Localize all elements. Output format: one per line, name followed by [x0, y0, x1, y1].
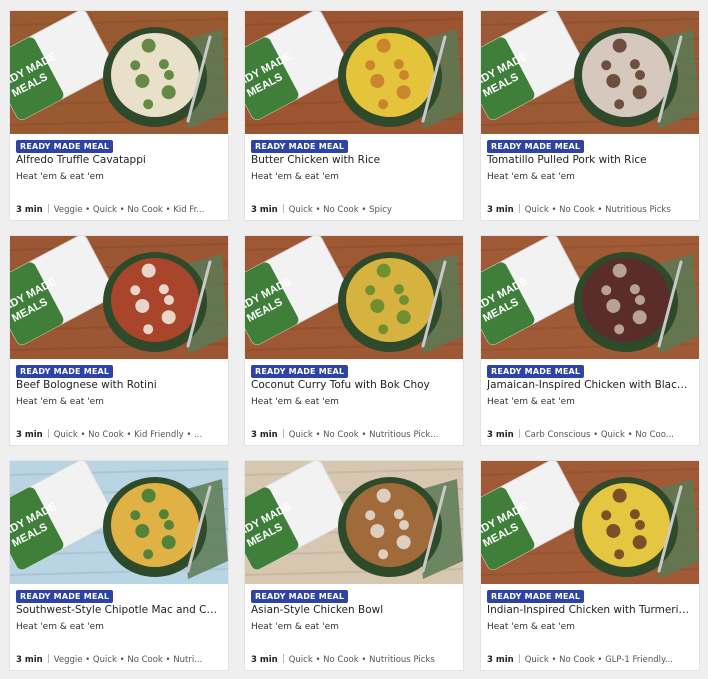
meal-type-badge: READY MADE MEAL	[251, 365, 349, 378]
meta-divider	[282, 429, 284, 438]
meal-card[interactable]: READY MADE MEALS READY MADE MEAL Beef Bol…	[9, 235, 229, 446]
meal-subtitle: Heat 'em & eat 'em	[251, 622, 339, 632]
meal-type-badge: READY MADE MEAL	[251, 590, 349, 603]
meal-tags: Quick • No Cook • Kid Friendly • ...	[53, 430, 203, 440]
meta-divider	[282, 204, 284, 213]
meal-meta: 3 min Quick • No Cook • Nutritious Picks	[251, 654, 457, 665]
meal-card[interactable]: READY MADE MEALS READY MADE MEAL Coconut …	[244, 235, 464, 446]
meal-meta: 3 min Quick • No Cook • Nutritious Picks	[487, 204, 693, 215]
prep-time: 3 min	[251, 205, 278, 215]
meal-subtitle: Heat 'em & eat 'em	[251, 172, 339, 182]
prep-time: 3 min	[16, 430, 43, 440]
meal-card[interactable]: READY MADE MEALS READY MADE MEAL Alfredo …	[9, 10, 229, 221]
meal-meta: 3 min Quick • No Cook • GLP-1 Friendly...	[487, 654, 693, 665]
meal-type-badge: READY MADE MEAL	[487, 590, 585, 603]
meta-divider	[518, 204, 520, 213]
meal-photo: READY MADE MEALS	[10, 11, 228, 134]
meal-card[interactable]: READY MADE MEALS READY MADE MEAL Southwes…	[9, 460, 229, 671]
meal-meta: 3 min Carb Conscious • Quick • No Coo...	[487, 429, 693, 440]
meal-title[interactable]: Jamaican-Inspired Chicken with Black Bea…	[487, 379, 693, 391]
meal-title[interactable]: Indian-Inspired Chicken with Turmeric Ri…	[487, 604, 693, 616]
meta-divider	[518, 654, 520, 663]
meal-photo: READY MADE MEALS	[245, 461, 463, 584]
meal-title[interactable]: Butter Chicken with Rice	[251, 154, 457, 166]
meal-photo: READY MADE MEALS	[10, 236, 228, 359]
meal-photo: READY MADE MEALS	[10, 461, 228, 584]
meal-photo: READY MADE MEALS	[245, 236, 463, 359]
meal-card[interactable]: READY MADE MEALS READY MADE MEAL Indian-I…	[480, 460, 700, 671]
meal-tags: Quick • No Cook • Nutritious Picks	[288, 655, 435, 665]
meta-divider	[518, 429, 520, 438]
prep-time: 3 min	[251, 430, 278, 440]
meal-tags: Quick • No Cook • Spicy	[288, 205, 392, 215]
meal-card[interactable]: READY MADE MEALS READY MADE MEAL Butter C…	[244, 10, 464, 221]
meal-type-badge: READY MADE MEAL	[16, 140, 114, 153]
meal-subtitle: Heat 'em & eat 'em	[487, 172, 575, 182]
prep-time: 3 min	[487, 430, 514, 440]
meal-tags: Quick • No Cook • GLP-1 Friendly...	[524, 655, 673, 665]
prep-time: 3 min	[487, 205, 514, 215]
meal-card[interactable]: READY MADE MEALS READY MADE MEAL Jamaican…	[480, 235, 700, 446]
meal-tags: Veggie • Quick • No Cook • Kid Fr...	[53, 205, 205, 215]
meta-divider	[282, 654, 284, 663]
meal-title[interactable]: Alfredo Truffle Cavatappi	[16, 154, 222, 166]
prep-time: 3 min	[16, 205, 43, 215]
meal-photo: READY MADE MEALS	[481, 11, 699, 134]
prep-time: 3 min	[16, 655, 43, 665]
meal-photo: READY MADE MEALS	[481, 236, 699, 359]
prep-time: 3 min	[487, 655, 514, 665]
meal-card[interactable]: READY MADE MEALS READY MADE MEAL Tomatill…	[480, 10, 700, 221]
meal-photo: READY MADE MEALS	[245, 11, 463, 134]
meal-type-badge: READY MADE MEAL	[487, 365, 585, 378]
meal-tags: Carb Conscious • Quick • No Coo...	[524, 430, 674, 440]
meal-tags: Veggie • Quick • No Cook • Nutri...	[53, 655, 203, 665]
meal-title[interactable]: Coconut Curry Tofu with Bok Choy	[251, 379, 457, 391]
meal-type-badge: READY MADE MEAL	[251, 140, 349, 153]
meal-subtitle: Heat 'em & eat 'em	[16, 172, 104, 182]
meal-meta: 3 min Quick • No Cook • Spicy	[251, 204, 457, 215]
meal-title[interactable]: Southwest-Style Chipotle Mac and Cheese	[16, 604, 222, 616]
meal-meta: 3 min Quick • No Cook • Kid Friendly • ..…	[16, 429, 222, 440]
meal-type-badge: READY MADE MEAL	[16, 590, 114, 603]
meta-divider	[47, 654, 49, 663]
meta-divider	[47, 429, 49, 438]
meal-meta: 3 min Veggie • Quick • No Cook • Nutri...	[16, 654, 222, 665]
meal-meta: 3 min Veggie • Quick • No Cook • Kid Fr..…	[16, 204, 222, 215]
meal-subtitle: Heat 'em & eat 'em	[487, 397, 575, 407]
meal-subtitle: Heat 'em & eat 'em	[16, 397, 104, 407]
meal-meta: 3 min Quick • No Cook • Nutritious Pick..…	[251, 429, 457, 440]
meal-title[interactable]: Beef Bolognese with Rotini	[16, 379, 222, 391]
meal-card[interactable]: READY MADE MEALS READY MADE MEAL Asian-St…	[244, 460, 464, 671]
meal-title[interactable]: Tomatillo Pulled Pork with Rice	[487, 154, 693, 166]
meal-type-badge: READY MADE MEAL	[16, 365, 114, 378]
meta-divider	[47, 204, 49, 213]
meal-type-badge: READY MADE MEAL	[487, 140, 585, 153]
meal-title[interactable]: Asian-Style Chicken Bowl	[251, 604, 457, 616]
meal-photo: READY MADE MEALS	[481, 461, 699, 584]
meal-subtitle: Heat 'em & eat 'em	[251, 397, 339, 407]
meal-grid: READY MADE MEALS READY MADE MEAL Alfredo …	[0, 0, 708, 679]
meal-subtitle: Heat 'em & eat 'em	[487, 622, 575, 632]
prep-time: 3 min	[251, 655, 278, 665]
meal-tags: Quick • No Cook • Nutritious Pick...	[288, 430, 439, 440]
meal-tags: Quick • No Cook • Nutritious Picks	[524, 205, 671, 215]
meal-subtitle: Heat 'em & eat 'em	[16, 622, 104, 632]
